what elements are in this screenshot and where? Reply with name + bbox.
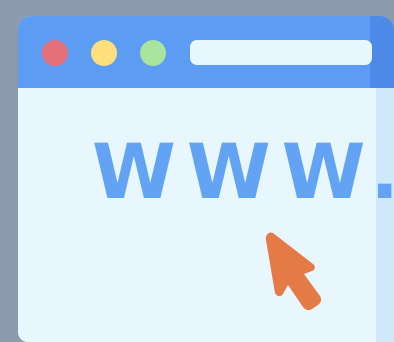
maximize-window-dot[interactable] <box>140 40 166 66</box>
www-url-text: www. <box>92 127 394 216</box>
close-window-dot[interactable] <box>42 40 68 66</box>
address-bar[interactable] <box>190 40 372 65</box>
title-bar-shadow-edge <box>370 16 394 88</box>
pointer-arrow-icon <box>265 232 322 311</box>
minimize-window-dot[interactable] <box>91 40 117 66</box>
web-browser-illustration: www. <box>0 0 394 342</box>
